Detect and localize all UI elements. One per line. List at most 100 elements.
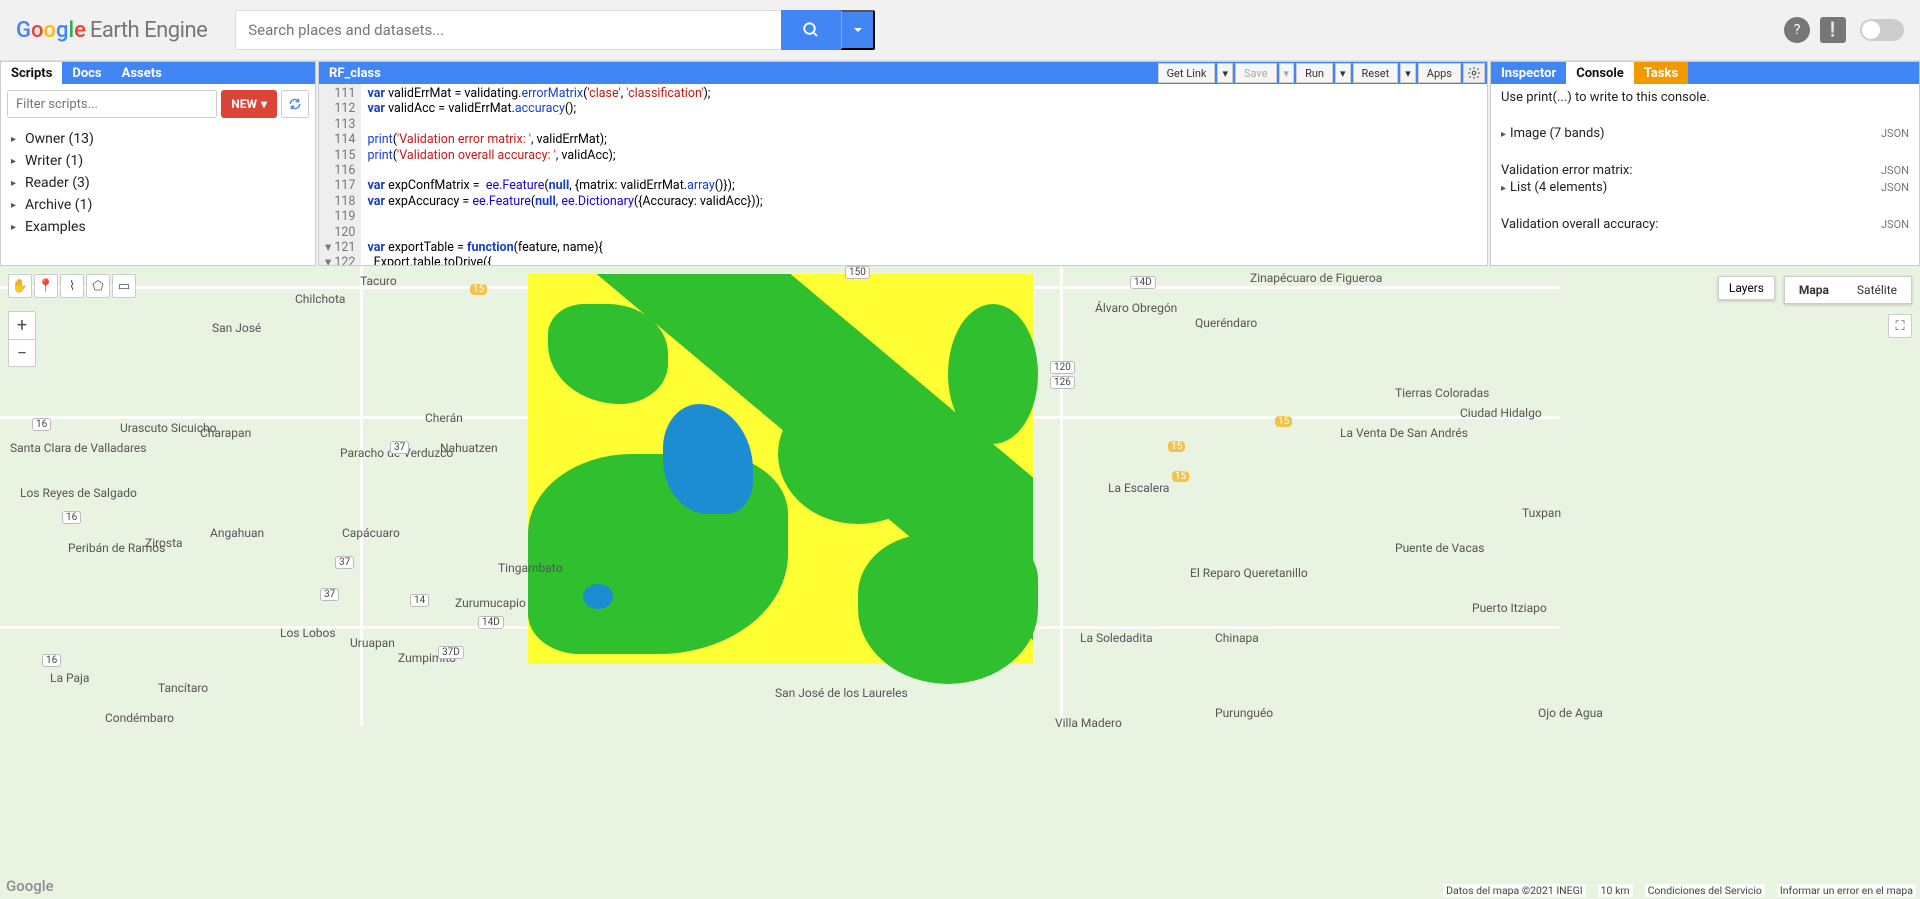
city-label: Condémbaro [105,711,174,725]
feedback-icon[interactable]: ❕ [1820,17,1846,43]
console-body: Use print(...) to write to this console.… [1491,84,1919,265]
city-label: Villa Madero [1055,716,1122,730]
console-entry[interactable]: Image (7 bands)JSON [1501,125,1909,142]
tree-node[interactable]: Reader (3) [11,172,305,194]
route-badge: 16 [62,511,81,524]
city-label: Puente de Vacas [1395,541,1484,555]
save-button[interactable]: Save [1235,63,1277,83]
city-label: San José de los Laureles [775,686,908,700]
city-label: Tingambato [498,561,562,575]
chevron-down-icon: ▾ [261,97,267,111]
zoom-in-button[interactable]: + [8,311,36,339]
city-label: Puerto Itziapo [1472,601,1547,615]
apps-button[interactable]: Apps [1418,63,1461,83]
route-badge: 14 [410,594,429,607]
refresh-button[interactable] [281,90,309,118]
left-tabs: Scripts Docs Assets [1,62,315,84]
route-badge: 126 [1050,376,1075,389]
map[interactable]: TacuroChilchotaSan JoséCheránUrascuto Si… [0,266,1920,899]
city-label: Zinapécuaro de Figueroa [1250,271,1382,285]
console-entry[interactable]: List (4 elements)JSON [1501,179,1909,196]
tree-node[interactable]: Owner (13) [11,128,305,150]
polygon-tool[interactable]: ⬠ [86,274,110,298]
tree-node[interactable]: Examples [11,216,305,238]
code-editor[interactable]: 111 112 113 114 115 116 117 118 119 120▾… [319,84,1487,265]
maptype-satellite[interactable]: Satélite [1843,277,1911,303]
help-icon[interactable]: ? [1784,17,1810,43]
console-entry[interactable]: Validation overall accuracy: JSON [1501,216,1909,233]
city-label: Zurumucapio [455,596,526,610]
save-dd[interactable]: ▾ [1279,63,1295,83]
reset-button[interactable]: Reset [1353,63,1399,83]
terms-link[interactable]: Condiciones del Servicio [1645,884,1765,897]
city-label: Tuxpan [1522,506,1561,520]
fullscreen-button[interactable]: ⛶ [1888,314,1912,338]
tab-docs[interactable]: Docs [62,62,111,84]
line-tool[interactable]: ⌇ [60,274,84,298]
search-dropdown[interactable] [841,10,875,50]
tree-node[interactable]: Archive (1) [11,194,305,216]
route-badge: 37 [320,588,339,601]
city-label: San José [212,321,261,335]
search-icon [802,21,820,39]
maptype-map[interactable]: Mapa [1785,277,1843,303]
script-title: RF_class [319,62,391,84]
profile-toggle[interactable] [1860,19,1904,41]
city-label: Angahuan [210,526,264,540]
reset-dd[interactable]: ▾ [1400,63,1416,83]
city-label: Ciudad Hidalgo [1460,406,1542,420]
road [1060,266,1063,726]
filter-scripts-input[interactable] [7,90,217,118]
tab-console[interactable]: Console [1566,62,1634,84]
rect-tool[interactable]: ▭ [112,274,136,298]
map-attribution: Datos del mapa ©2021 INEGI 10 km Condici… [1443,884,1916,897]
city-label: Nahuatzen [440,441,498,455]
left-panel: Scripts Docs Assets NEW▾ Owner (13)Write… [0,61,316,266]
code-panel: RF_class Get Link ▾ Save ▾ Run ▾ Reset ▾… [318,61,1488,266]
getlink-button[interactable]: Get Link [1158,63,1216,83]
point-tool[interactable]: 📍 [34,274,58,298]
city-label: Tacuro [360,274,397,288]
tab-tasks[interactable]: Tasks [1634,62,1688,84]
script-tree: Owner (13)Writer (1)Reader (3)Archive (1… [1,124,315,242]
maptype-control: Mapa Satélite [1784,276,1912,304]
google-watermark: Google [6,877,54,895]
route-badge: 150 [845,266,870,279]
tab-scripts[interactable]: Scripts [1,62,62,84]
city-label: La Paja [50,671,89,685]
report-link[interactable]: Informar un error en el mapa [1777,884,1916,897]
console-hint: Use print(...) to write to this console. [1501,90,1909,105]
city-label: Ojo de Agua [1538,706,1603,720]
route-badge: 15 [470,284,487,295]
settings-button[interactable] [1463,63,1485,83]
city-label: Charapan [200,426,251,440]
city-label: Santa Clara de Valladares [10,441,146,455]
route-badge: 14D [1130,276,1156,289]
pan-tool[interactable]: ✋ [8,274,32,298]
editor-row: Scripts Docs Assets NEW▾ Owner (13)Write… [0,61,1920,266]
zoom-controls: + − [8,311,36,367]
refresh-icon [288,97,302,111]
zoom-out-button[interactable]: − [8,339,36,367]
getlink-dd[interactable]: ▾ [1217,63,1233,83]
route-badge: 16 [32,418,51,431]
route-badge: 16 [42,654,61,667]
tab-assets[interactable]: Assets [112,62,172,84]
search-box [235,10,875,50]
city-label: La Soledadita [1080,631,1153,645]
search-input[interactable] [235,10,781,50]
route-badge: 37 [390,441,409,454]
search-button[interactable] [781,10,841,50]
layers-control[interactable]: Layers [1718,276,1775,300]
right-panel: Inspector Console Tasks Use print(...) t… [1490,61,1920,266]
city-label: Capácuaro [342,526,400,540]
run-button[interactable]: Run [1296,63,1333,83]
run-dd[interactable]: ▾ [1335,63,1351,83]
console-entry[interactable]: Validation error matrix: JSON [1501,162,1909,179]
tab-inspector[interactable]: Inspector [1491,62,1566,84]
city-label: Los Reyes de Salgado [20,486,137,500]
route-badge: 37 [335,556,354,569]
road [360,266,363,726]
tree-node[interactable]: Writer (1) [11,150,305,172]
new-button[interactable]: NEW▾ [221,90,277,118]
